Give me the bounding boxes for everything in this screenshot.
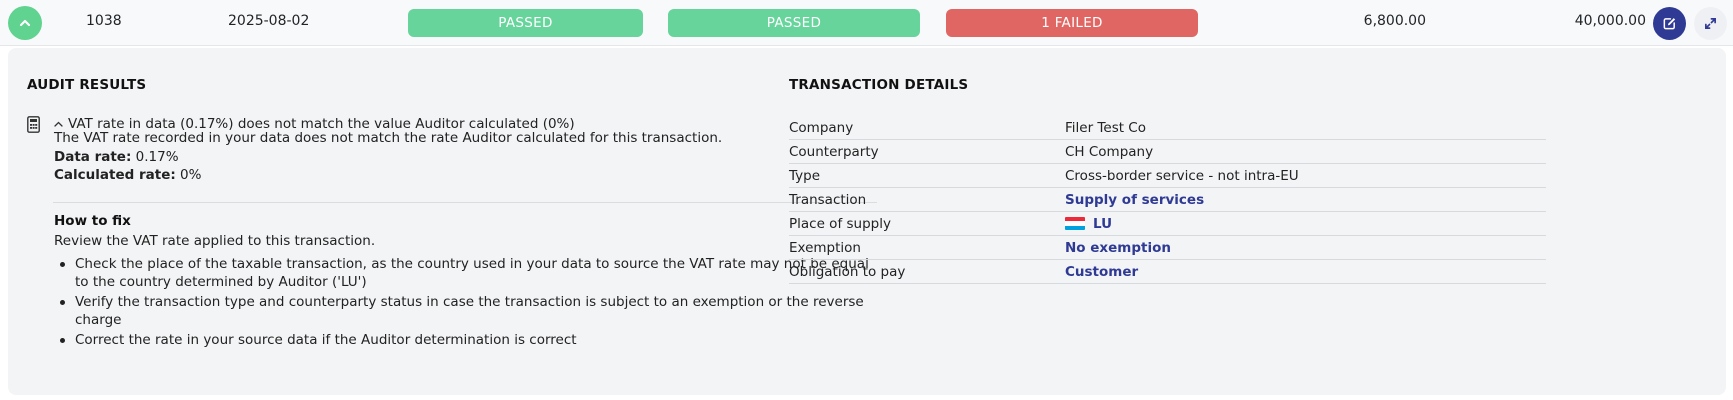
issue-description: The VAT rate recorded in your data does … bbox=[54, 130, 723, 146]
detail-row-exemption: Exemption No exemption bbox=[789, 236, 1546, 260]
detail-row-counterparty: Counterparty CH Company bbox=[789, 140, 1546, 164]
data-rate-value: 0.17% bbox=[135, 149, 179, 165]
calculator-icon bbox=[27, 116, 40, 133]
data-rate-label: Data rate: bbox=[54, 149, 132, 165]
detail-label: Counterparty bbox=[789, 143, 879, 160]
transaction-details-table: Company Filer Test Co Counterparty CH Co… bbox=[789, 116, 1546, 284]
how-to-fix-title: How to fix bbox=[54, 213, 131, 229]
detail-label: Transaction bbox=[789, 191, 867, 208]
transaction-type-link[interactable]: Supply of services bbox=[1065, 192, 1204, 208]
chevron-up-icon bbox=[19, 19, 31, 27]
detail-value: Cross-border service - not intra-EU bbox=[1065, 167, 1299, 184]
how-to-fix-intro: Review the VAT rate applied to this tran… bbox=[54, 233, 376, 249]
amount-vat: 6,800.00 bbox=[1363, 13, 1426, 29]
edit-button[interactable] bbox=[1653, 7, 1686, 40]
expand-arrows-icon bbox=[1705, 18, 1716, 29]
place-of-supply-link[interactable]: LU bbox=[1065, 216, 1112, 232]
luxembourg-flag-icon bbox=[1065, 217, 1085, 230]
calculated-rate-value: 0% bbox=[180, 167, 202, 183]
status-badge-check-1[interactable]: PASSED bbox=[408, 9, 643, 37]
transaction-row[interactable]: 1038 2025-08-02 PASSED PASSED 1 FAILED 6… bbox=[0, 0, 1733, 46]
place-of-supply-value: LU bbox=[1093, 215, 1113, 232]
transaction-date: 2025-08-02 bbox=[228, 13, 310, 29]
edit-icon bbox=[1663, 18, 1676, 30]
list-item: Check the place of the taxable transacti… bbox=[54, 255, 874, 291]
list-item: Verify the transaction type and counterp… bbox=[54, 293, 874, 329]
exemption-link[interactable]: No exemption bbox=[1065, 240, 1171, 256]
fullscreen-button[interactable] bbox=[1694, 7, 1727, 40]
amount-total: 40,000.00 bbox=[1574, 13, 1646, 29]
detail-row-obligation: Obligation to pay Customer bbox=[789, 260, 1546, 284]
status-badge-check-2[interactable]: PASSED bbox=[668, 9, 920, 37]
detail-label: Exemption bbox=[789, 239, 861, 256]
collapse-row-button[interactable] bbox=[8, 6, 42, 40]
detail-row-transaction: Transaction Supply of services bbox=[789, 188, 1546, 212]
divider bbox=[53, 202, 877, 203]
calculated-rate: Calculated rate: 0% bbox=[54, 167, 201, 183]
chevron-up-icon bbox=[54, 121, 63, 127]
transaction-details-title: TRANSACTION DETAILS bbox=[789, 77, 969, 93]
how-to-fix-list: Check the place of the taxable transacti… bbox=[54, 255, 874, 351]
obligation-link[interactable]: Customer bbox=[1065, 264, 1138, 280]
list-item: Correct the rate in your source data if … bbox=[54, 331, 874, 349]
status-badge-check-3[interactable]: 1 FAILED bbox=[946, 9, 1198, 37]
detail-label: Type bbox=[789, 167, 821, 184]
detail-panel: AUDIT RESULTS VAT rate in data (0.17%) d… bbox=[8, 48, 1726, 395]
detail-value: CH Company bbox=[1065, 143, 1154, 160]
detail-row-type: Type Cross-border service - not intra-EU bbox=[789, 164, 1546, 188]
detail-label: Obligation to pay bbox=[789, 263, 906, 280]
detail-value: Filer Test Co bbox=[1065, 119, 1146, 136]
data-rate: Data rate: 0.17% bbox=[54, 149, 179, 165]
detail-row-company: Company Filer Test Co bbox=[789, 116, 1546, 140]
detail-row-place-of-supply: Place of supply LU bbox=[789, 212, 1546, 236]
detail-label: Company bbox=[789, 119, 854, 136]
detail-label: Place of supply bbox=[789, 215, 891, 232]
audit-results-title: AUDIT RESULTS bbox=[27, 77, 147, 93]
transaction-id: 1038 bbox=[86, 13, 122, 29]
calculated-rate-label: Calculated rate: bbox=[54, 167, 176, 183]
